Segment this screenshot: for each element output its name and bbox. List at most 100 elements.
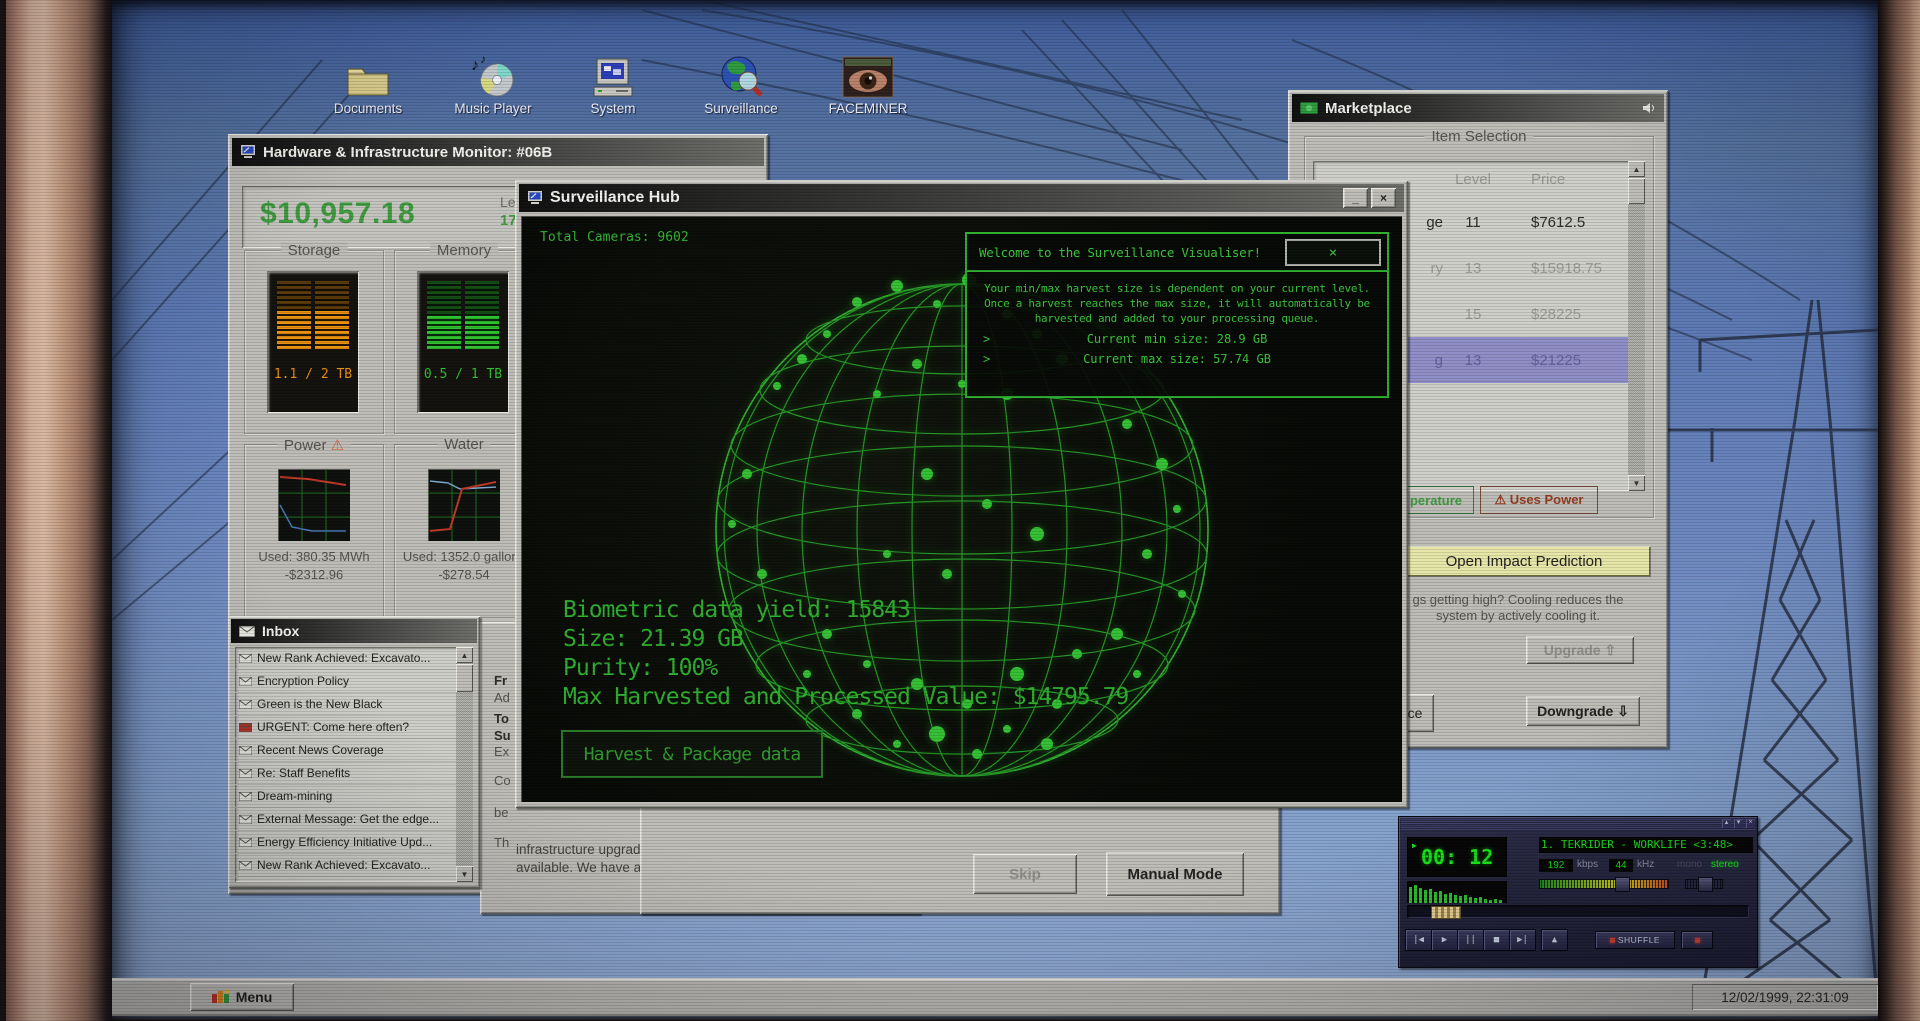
shade-icon[interactable]: ▴ (1722, 819, 1731, 828)
balance-handle[interactable] (1698, 877, 1713, 892)
previous-button[interactable]: |◀ (1405, 929, 1432, 951)
eject-button[interactable]: ▲ (1541, 929, 1568, 951)
seek-bar[interactable] (1407, 905, 1749, 919)
repeat-toggle[interactable] (1681, 931, 1713, 949)
skip-button[interactable]: Skip (973, 854, 1077, 894)
speaker-icon[interactable] (1642, 102, 1656, 114)
taskbar: Menu 12/02/1999, 22:31:09 (112, 978, 1878, 1016)
pause-button[interactable]: || (1457, 929, 1484, 951)
desktop-icon-documents[interactable]: Documents (312, 40, 424, 116)
email-field-subject: Su (494, 728, 511, 743)
storage-label: Storage (280, 242, 348, 259)
dialog-body: Your min/max harvest size is dependent o… (984, 282, 1370, 325)
cooling-description: gs getting high? Cooling reduces the sys… (1412, 592, 1624, 623)
desktop-icon-music-player[interactable]: ♪ ♪ Music Player (437, 40, 549, 116)
inbox-scrollbar[interactable]: ▲ ▼ (456, 647, 473, 882)
mono-indicator: mono (1677, 859, 1703, 870)
inbox-item-label: URGENT: Come here often? (257, 720, 410, 734)
manual-mode-button[interactable]: Manual Mode (1106, 852, 1244, 896)
icon-label: Music Player (454, 101, 532, 116)
inbox-item[interactable]: Recent News Coverage (235, 739, 456, 762)
upgrade-button[interactable]: Upgrade ⇧ (1526, 636, 1634, 664)
next-button[interactable]: ▶| (1509, 929, 1536, 951)
eye-icon (812, 40, 924, 98)
close-icon[interactable]: × (1371, 188, 1396, 208)
menu-button[interactable]: Menu (190, 983, 294, 1011)
folder-icon (312, 40, 424, 98)
scroll-up-icon[interactable]: ▲ (1628, 161, 1645, 177)
stop-button[interactable]: ■ (1483, 929, 1510, 951)
power-label: Power ⚠ (276, 436, 352, 454)
marketplace-scrollbar[interactable]: ▲ ▼ (1628, 161, 1645, 491)
icon-label: Documents (333, 101, 403, 116)
balance-slider[interactable] (1685, 877, 1723, 892)
surveillance-titlebar[interactable]: Surveillance Hub _ × (519, 184, 1404, 212)
inbox-item[interactable]: Dream-mining (235, 785, 456, 808)
total-cameras: Total Cameras: 9602 (540, 230, 689, 245)
item-selection-label: Item Selection (1424, 128, 1534, 145)
volume-handle[interactable] (1615, 877, 1630, 892)
window-title: Marketplace (1325, 99, 1412, 117)
scrollbar-thumb[interactable] (456, 664, 473, 692)
track-title: 1. TEKRIDER - WORKLIFE <3:48> (1539, 837, 1753, 853)
music-player-titlebar[interactable] (1401, 819, 1755, 831)
inbox-item[interactable]: Re: Staff Benefits (235, 762, 456, 785)
crt-screen: Documents ♪ ♪ Music Player System Surveil… (0, 0, 1920, 1021)
marketplace-titlebar[interactable]: Marketplace (1292, 94, 1664, 122)
inbox-item-label: Energy Efficiency Initiative Upd... (257, 835, 433, 849)
inbox-titlebar[interactable]: Inbox (231, 619, 477, 643)
downgrade-button[interactable]: Downgrade ⇩ (1526, 696, 1640, 726)
inbox-item[interactable]: URGENT: High Electricity Usage (235, 877, 456, 882)
desktop-icon-surveillance[interactable]: Surveillance (685, 40, 797, 116)
item-level: 13 (1464, 351, 1482, 369)
scroll-up-icon[interactable]: ▲ (456, 647, 473, 663)
icon-label: FACEMINER (828, 101, 908, 116)
min-size-row: > Current min size: 28.9 GB (983, 332, 1268, 346)
stereo-indicator: stereo (1711, 859, 1739, 870)
play-button[interactable]: ▶ (1431, 929, 1458, 951)
item-level: 13 (1464, 259, 1482, 277)
play-state-icon: ▶ (1412, 841, 1417, 850)
monitor-bezel-right (1878, 0, 1920, 1021)
inbox-item[interactable]: Green is the New Black (235, 693, 456, 716)
desktop-icon-system[interactable]: System (557, 40, 669, 116)
harvest-max-value: Max Harvested and Processed Value: $1479… (563, 684, 1129, 710)
scrollbar-thumb[interactable] (1628, 178, 1645, 204)
desktop-icon-faceminer[interactable]: FACEMINER (812, 40, 924, 116)
minimize-icon[interactable]: _ (1343, 188, 1368, 208)
scroll-down-icon[interactable]: ▼ (1628, 475, 1645, 491)
inbox-item[interactable]: Encryption Policy (235, 670, 456, 693)
shuffle-led-icon (1609, 937, 1615, 943)
welcome-dialog: Welcome to the Surveillance Visualiser! … (965, 232, 1389, 398)
email-field-from: Fr (494, 673, 507, 688)
item-price: $7612.5 (1531, 213, 1586, 231)
scroll-down-icon[interactable]: ▼ (456, 866, 473, 882)
item-level: 15 (1464, 305, 1482, 323)
memory-value: 0.5 / 1 TB (423, 367, 503, 382)
hardware-monitor-titlebar[interactable]: Hardware & Infrastructure Monitor: #06B (232, 138, 764, 166)
inbox-item[interactable]: New Rank Achieved: Excavato... (235, 854, 456, 877)
envelope-icon (239, 791, 252, 801)
memory-label: Memory (429, 242, 499, 259)
storage-value: 1.1 / 2 TB (273, 367, 353, 382)
window-title: Inbox (262, 623, 300, 639)
open-impact-prediction-button[interactable]: Open Impact Prediction (1398, 546, 1650, 576)
inbox-item[interactable]: URGENT: Come here often? (235, 716, 456, 739)
memory-gauge: 0.5 / 1 TB (417, 271, 509, 413)
inbox-item[interactable]: Energy Efficiency Initiative Upd... (235, 831, 456, 854)
inbox-item-label: New Rank Achieved: Excavato... (257, 651, 431, 665)
inbox-item[interactable]: External Message: Get the edge... (235, 808, 456, 831)
inbox-item[interactable]: New Rank Achieved: Excavato... (235, 647, 456, 670)
close-icon[interactable]: × (1746, 819, 1755, 828)
dialog-close-icon[interactable]: × (1285, 239, 1381, 266)
harvest-package-button[interactable]: Harvest & Package data (561, 730, 823, 778)
warning-icon: ⚠ (330, 437, 345, 454)
surveillance-visualiser: Total Cameras: 9602 Welcome to the Surve… (521, 216, 1402, 802)
inbox-item-label: Encryption Policy (257, 674, 350, 688)
minimize-icon[interactable]: ▾ (1734, 819, 1743, 828)
volume-slider[interactable] (1539, 877, 1669, 892)
water-cost: -$278.54 (438, 567, 490, 582)
inbox-list: New Rank Achieved: Excavato... Encryptio… (235, 647, 473, 882)
seek-handle[interactable] (1431, 906, 1461, 919)
shuffle-toggle[interactable]: SHUFFLE (1595, 931, 1675, 949)
